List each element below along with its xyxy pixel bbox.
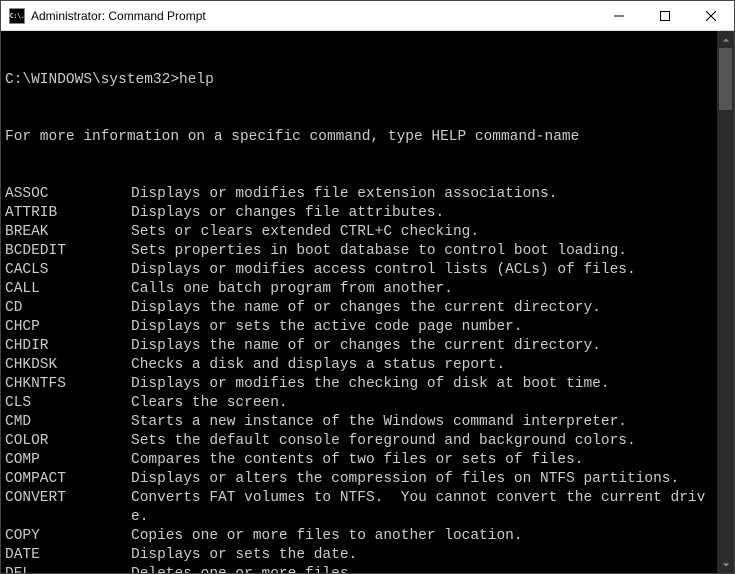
command-name: CHCP: [5, 318, 131, 337]
command-row: COMPACTDisplays or alters the compressio…: [5, 470, 713, 489]
command-name: DATE: [5, 546, 131, 565]
command-description: Starts a new instance of the Windows com…: [131, 413, 713, 432]
command-row: COPYCopies one or more files to another …: [5, 527, 713, 546]
command-row: COMPCompares the contents of two files o…: [5, 451, 713, 470]
command-description: Copies one or more files to another loca…: [131, 527, 713, 546]
command-description: Compares the contents of two files or se…: [131, 451, 713, 470]
command-row: BREAKSets or clears extended CTRL+C chec…: [5, 223, 713, 242]
console-output[interactable]: C:\WINDOWS\system32>help For more inform…: [1, 31, 717, 573]
prompt-path: C:\WINDOWS\system32>: [5, 72, 179, 88]
scroll-down-arrow[interactable]: [717, 556, 734, 573]
command-description: Displays or changes file attributes.: [131, 204, 713, 223]
command-list: ASSOCDisplays or modifies file extension…: [5, 185, 713, 573]
command-name: CHDIR: [5, 337, 131, 356]
command-name: CACLS: [5, 261, 131, 280]
command-name: CHKNTFS: [5, 375, 131, 394]
window-title: Administrator: Command Prompt: [31, 9, 596, 23]
command-name: CALL: [5, 280, 131, 299]
command-description: Sets or clears extended CTRL+C checking.: [131, 223, 713, 242]
command-name: COPY: [5, 527, 131, 546]
command-row: CONVERTConverts FAT volumes to NTFS. You…: [5, 489, 713, 527]
command-row: CMDStarts a new instance of the Windows …: [5, 413, 713, 432]
command-row: CHKNTFSDisplays or modifies the checking…: [5, 375, 713, 394]
command-name: CHKDSK: [5, 356, 131, 375]
command-name: BCDEDIT: [5, 242, 131, 261]
command-row: CLSClears the screen.: [5, 394, 713, 413]
command-row: DELDeletes one or more files.: [5, 565, 713, 573]
command-name: ATTRIB: [5, 204, 131, 223]
minimize-button[interactable]: [596, 1, 642, 30]
command-name: CONVERT: [5, 489, 131, 527]
command-name: BREAK: [5, 223, 131, 242]
command-row: CALLCalls one batch program from another…: [5, 280, 713, 299]
cmd-icon: C:\.: [9, 8, 25, 24]
command-description: Deletes one or more files.: [131, 565, 713, 573]
command-row: COLORSets the default console foreground…: [5, 432, 713, 451]
command-row: CHDIRDisplays the name of or changes the…: [5, 337, 713, 356]
command-description: Calls one batch program from another.: [131, 280, 713, 299]
help-intro: For more information on a specific comma…: [5, 128, 713, 147]
command-description: Displays or sets the active code page nu…: [131, 318, 713, 337]
titlebar[interactable]: C:\. Administrator: Command Prompt: [1, 1, 734, 31]
command-description: Displays or modifies file extension asso…: [131, 185, 713, 204]
command-description: Displays the name of or changes the curr…: [131, 337, 713, 356]
window-controls: [596, 1, 734, 30]
command-name: CD: [5, 299, 131, 318]
command-description: Displays the name of or changes the curr…: [131, 299, 713, 318]
console-area: C:\WINDOWS\system32>help For more inform…: [1, 31, 734, 573]
command-name: COMPACT: [5, 470, 131, 489]
command-row: CHCPDisplays or sets the active code pag…: [5, 318, 713, 337]
command-description: Displays or modifies the checking of dis…: [131, 375, 713, 394]
command-name: CMD: [5, 413, 131, 432]
command-row: BCDEDITSets properties in boot database …: [5, 242, 713, 261]
command-description: Sets the default console foreground and …: [131, 432, 713, 451]
command-row: CHKDSKChecks a disk and displays a statu…: [5, 356, 713, 375]
command-row: DATEDisplays or sets the date.: [5, 546, 713, 565]
maximize-button[interactable]: [642, 1, 688, 30]
scroll-up-arrow[interactable]: [717, 31, 734, 48]
command-description: Sets properties in boot database to cont…: [131, 242, 713, 261]
command-name: ASSOC: [5, 185, 131, 204]
close-button[interactable]: [688, 1, 734, 30]
command-description: Displays or modifies access control list…: [131, 261, 713, 280]
command-row: ASSOCDisplays or modifies file extension…: [5, 185, 713, 204]
command-name: COMP: [5, 451, 131, 470]
command-description: Converts FAT volumes to NTFS. You cannot…: [131, 489, 713, 527]
command-name: COLOR: [5, 432, 131, 451]
command-description: Displays or sets the date.: [131, 546, 713, 565]
command-row: ATTRIBDisplays or changes file attribute…: [5, 204, 713, 223]
command-description: Displays or alters the compression of fi…: [131, 470, 713, 489]
command-name: DEL: [5, 565, 131, 573]
scroll-thumb[interactable]: [719, 48, 732, 110]
command-description: Checks a disk and displays a status repo…: [131, 356, 713, 375]
vertical-scrollbar[interactable]: [717, 31, 734, 573]
command-row: CACLSDisplays or modifies access control…: [5, 261, 713, 280]
command-prompt-window: C:\. Administrator: Command Prompt C:\WI…: [0, 0, 735, 574]
prompt-command: help: [179, 72, 214, 88]
command-description: Clears the screen.: [131, 394, 713, 413]
command-name: CLS: [5, 394, 131, 413]
command-row: CDDisplays the name of or changes the cu…: [5, 299, 713, 318]
